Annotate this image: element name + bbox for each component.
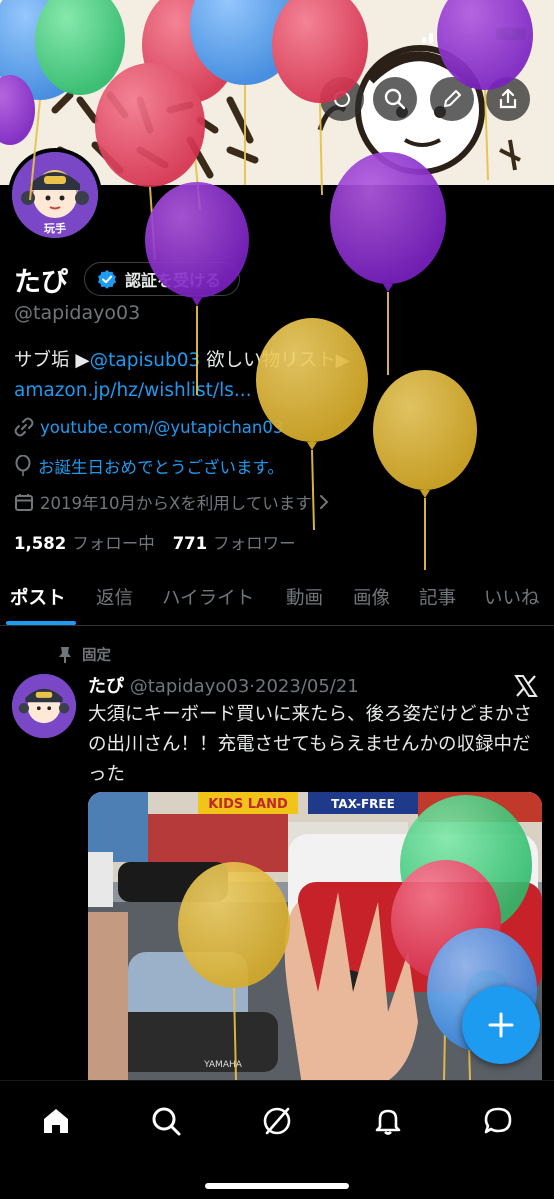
post-text: 大須にキーボード買いに来たら、後ろ姿だけどまかさの出川さん！！充電させてもらえま… — [88, 704, 533, 785]
verify-button-label: 認証を受ける — [125, 271, 222, 290]
pin-icon — [59, 646, 71, 663]
balloon-icon — [15, 455, 31, 476]
media-sign-taxfree: TAX-FREE — [331, 797, 395, 811]
profile-website[interactable]: youtube.com/@yutapichan03 — [14, 417, 283, 437]
following-label: フォロー中 — [72, 534, 155, 553]
battery-icon: ⚡ — [492, 24, 532, 44]
post-author-name[interactable]: たぴ — [88, 676, 124, 697]
following-count: 1,582 — [14, 534, 67, 553]
profile-bio: サブ垢 ▶@tapisub03 欲しい物リスト▶ amazon.jp/hz/wi… — [14, 346, 539, 406]
verify-button[interactable]: 認証を受ける — [84, 262, 241, 296]
profile-handle: @tapidayo03 — [14, 302, 141, 324]
bio-wishlist-link[interactable]: amazon.jp/hz/wishlist/ls... — [14, 380, 252, 401]
tab-articles[interactable]: 記事 — [419, 584, 456, 610]
joined-text: 2019年10月からXを利用しています — [40, 494, 312, 513]
followers-label: フォロワー — [213, 534, 296, 553]
media-sign-kidsland: KIDS LAND — [208, 797, 288, 812]
status-time: 2:22 — [66, 22, 123, 47]
follow-stats: 1,582 フォロー中 771 フォロワー — [14, 530, 296, 554]
followers-count: 771 — [172, 534, 208, 553]
website-link[interactable]: youtube.com/@yutapichan03 — [40, 418, 283, 437]
tab-replies[interactable]: 返信 — [96, 584, 133, 610]
tab-likes[interactable]: いいね — [484, 584, 540, 610]
chevron-right-icon — [319, 495, 329, 509]
notifications-icon[interactable] — [368, 1101, 408, 1141]
tab-photos[interactable]: 画像 — [353, 584, 390, 610]
link-icon — [14, 417, 34, 437]
pinned-text: 固定 — [82, 648, 111, 664]
tab-posts[interactable]: ポスト — [10, 584, 66, 610]
grok-icon[interactable] — [257, 1101, 297, 1141]
wifi-icon — [458, 25, 482, 43]
calendar-icon — [15, 494, 33, 511]
profile-tabs: ポスト 返信 ハイライト 動画 画像 記事 いいね — [0, 570, 554, 626]
share-icon[interactable] — [486, 77, 530, 121]
search-icon[interactable] — [373, 77, 417, 121]
bio-mention-link[interactable]: @tapisub03 — [90, 350, 201, 371]
status-icons: ⚡ — [422, 24, 532, 44]
compose-post-button[interactable] — [462, 986, 540, 1064]
bio-prefix: サブ垢 ▶ — [14, 350, 90, 371]
profile-birthday: お誕生日おめでとうございます。 — [14, 454, 284, 478]
home-icon[interactable] — [36, 1101, 76, 1141]
more-icon[interactable] — [320, 77, 364, 121]
tab-highlights[interactable]: ハイライト — [162, 584, 254, 610]
messages-icon[interactable] — [478, 1101, 518, 1141]
bio-middle: 欲しい物リスト▶ — [200, 350, 350, 371]
bottom-navigation — [0, 1080, 554, 1199]
profile-avatar[interactable]: 玩手 — [8, 148, 102, 242]
avatar-text: 玩手 — [44, 221, 66, 235]
post-author-handle[interactable]: @tapidayo03 — [130, 676, 250, 697]
home-indicator — [205, 1183, 349, 1189]
post-avatar[interactable] — [12, 674, 76, 738]
birthday-text: お誕生日おめでとうございます。 — [38, 458, 284, 477]
x-logo-icon — [514, 675, 538, 697]
edit-icon[interactable] — [430, 77, 474, 121]
verified-badge-icon — [98, 270, 116, 289]
search-icon[interactable] — [146, 1101, 186, 1141]
profile-display-name: たぴ — [14, 267, 68, 298]
post-header: たぴ @tapidayo03·2023/05/21 — [88, 672, 359, 698]
plus-icon — [488, 1012, 514, 1038]
tab-videos[interactable]: 動画 — [286, 584, 323, 610]
pinned-label: 固定 — [58, 644, 111, 665]
followers-link[interactable]: 771 フォロワー — [173, 530, 296, 554]
post-date[interactable]: 2023/05/21 — [255, 676, 359, 697]
profile-joined[interactable]: 2019年10月からXを利用しています — [14, 490, 330, 514]
signal-icon — [422, 25, 447, 43]
following-link[interactable]: 1,582 フォロー中 — [14, 530, 155, 554]
media-bike-label: YAMAHA — [203, 1060, 243, 1070]
status-bar: 2:22 ⚡ — [0, 0, 554, 70]
tab-active-indicator — [6, 621, 76, 625]
